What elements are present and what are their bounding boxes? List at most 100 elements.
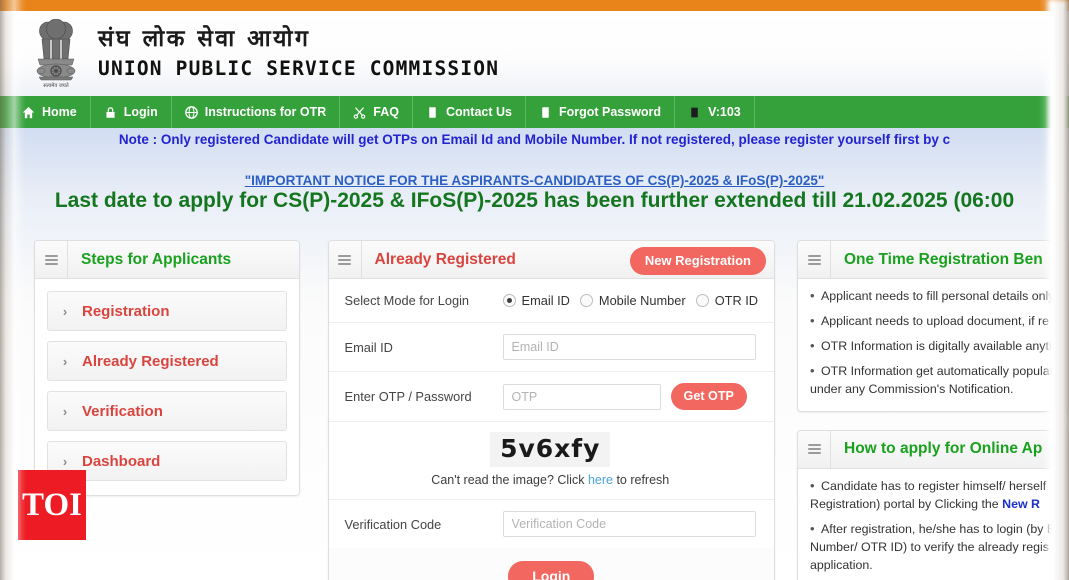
radio-dot-icon xyxy=(695,294,709,307)
email-id-row: Email ID xyxy=(328,323,774,372)
verification-code-input[interactable] xyxy=(502,511,756,537)
list-item: OTR Information get automatically popula… xyxy=(808,362,1058,399)
toi-watermark: TOI xyxy=(18,470,86,540)
login-button-zone: Login xyxy=(328,548,774,580)
how-to-apply-panel: How to apply for Online Ap Candidate has… xyxy=(797,429,1069,580)
howto-b2-l2: Number/ OTR ID) to verify the already re… xyxy=(810,539,1049,554)
note-line: Note : Only registered Candidate will ge… xyxy=(118,132,951,147)
radio-option-mobile-number-label: Mobile Number xyxy=(598,293,686,308)
howto-b1-l2-pre: Registration) portal by Clicking the xyxy=(810,496,1003,511)
upsc-otr-page: सत्यमेव जयते संघ लोक सेवा आयोग UNION PUB… xyxy=(0,0,1069,580)
right-column: One Time Registration Ben Applicant need… xyxy=(797,240,1069,580)
howto-bullet-list: Candidate has to register himself/ herse… xyxy=(808,477,1058,580)
site-title-english: UNION PUBLIC SERVICE COMMISSION xyxy=(98,57,500,81)
drag-grip-icon[interactable] xyxy=(798,240,831,279)
scissors-icon xyxy=(353,106,366,119)
list-item: Applicant needs to upload document, if r… xyxy=(808,312,1058,331)
list-item: After registration, he/she has to login … xyxy=(808,520,1058,575)
document-icon xyxy=(426,106,439,119)
nav-item-forgot-password-label: Forgot Password xyxy=(558,105,662,119)
last-date-line: Last date to apply for CS(P)-2025 & IFoS… xyxy=(54,189,1015,212)
login-mode-row: Select Mode for Login Email ID Mobile Nu… xyxy=(328,279,774,323)
list-item: Candidate has to register himself/ herse… xyxy=(808,477,1058,514)
toi-watermark-label: TOI xyxy=(22,486,82,523)
square-icon xyxy=(688,106,701,119)
list-item-text: OTR Information get automatically popula… xyxy=(821,363,1054,378)
drag-grip-icon[interactable] xyxy=(35,241,68,279)
radio-dot-icon xyxy=(502,294,516,307)
panels-row: Steps for Applicants › Registration › Al… xyxy=(0,240,1069,580)
step-item-verification[interactable]: › Verification xyxy=(47,391,287,431)
radio-option-otr-id[interactable]: OTR ID xyxy=(695,293,759,308)
nav-item-contact-us[interactable]: Contact Us xyxy=(413,96,526,128)
document-icon xyxy=(539,106,552,119)
benefits-body: Applicant needs to fill personal details… xyxy=(798,279,1068,411)
login-mode-radio-group: Email ID Mobile Number OTR ID xyxy=(502,293,759,308)
howto-b1-l2: Registration) portal by Clicking the New… xyxy=(810,496,1058,514)
important-notice-wrap: "IMPORTANT NOTICE FOR THE ASPIRANTS-CAND… xyxy=(0,172,1069,190)
drag-grip-icon[interactable] xyxy=(798,430,831,469)
steps-panel-header: Steps for Applicants xyxy=(35,241,299,279)
step-item-registration-label: Registration xyxy=(82,302,170,320)
login-lock-icon xyxy=(104,106,117,119)
important-notice-link[interactable]: "IMPORTANT NOTICE FOR THE ASPIRANTS-CAND… xyxy=(245,173,825,188)
get-otp-button[interactable]: Get OTP xyxy=(670,383,747,410)
step-item-verification-label: Verification xyxy=(82,402,163,420)
howto-panel-title: How to apply for Online Ap xyxy=(844,440,1043,458)
nav-item-login-label: Login xyxy=(123,105,158,119)
nav-item-faq-label: FAQ xyxy=(373,105,399,119)
nav-item-contact-label: Contact Us xyxy=(445,105,512,119)
otp-password-label: Enter OTP / Password xyxy=(344,389,472,404)
howto-b2-l1: After registration, he/she has to login … xyxy=(821,521,1056,536)
nav-item-home[interactable]: Home xyxy=(0,96,91,128)
steps-list: › Registration › Already Registered › Ve… xyxy=(35,279,299,495)
ashoka-lion-capital-emblem-icon: सत्यमेव जयते xyxy=(28,17,84,91)
home-icon xyxy=(22,106,35,119)
captcha-hint-pre: Can't read the image? Click xyxy=(431,473,588,487)
otp-input[interactable] xyxy=(502,383,661,410)
chevron-right-icon: › xyxy=(62,353,68,369)
verification-code-label: Verification Code xyxy=(344,516,442,532)
howto-panel-header: How to apply for Online Ap xyxy=(798,430,1068,469)
otp-password-row: Enter OTP / Password Get OTP xyxy=(328,372,774,422)
nav-item-home-label: Home xyxy=(42,105,77,119)
chevron-right-icon: › xyxy=(62,303,68,319)
radio-dot-icon xyxy=(579,294,593,307)
radio-option-email-id[interactable]: Email ID xyxy=(502,293,570,308)
steps-for-applicants-panel: Steps for Applicants › Registration › Al… xyxy=(34,240,300,496)
list-item-continuation: under any Commission's Notification. xyxy=(810,381,1014,396)
email-id-input[interactable] xyxy=(502,334,756,360)
site-title-block: संघ लोक सेवा आयोग UNION PUBLIC SERVICE C… xyxy=(98,25,499,81)
drag-grip-icon[interactable] xyxy=(329,241,362,279)
captcha-refresh-hint: Can't read the image? Click here to refr… xyxy=(345,473,756,487)
nav-item-login[interactable]: Login xyxy=(91,96,172,128)
globe-icon xyxy=(184,105,198,119)
steps-panel-title: Steps for Applicants xyxy=(81,250,232,268)
nav-item-faq[interactable]: FAQ xyxy=(340,96,413,128)
svg-text:सत्यमेव जयते: सत्यमेव जयते xyxy=(43,82,70,89)
already-registered-panel: Already Registered New Registration Sele… xyxy=(327,240,775,580)
new-registration-link[interactable]: New R xyxy=(1002,497,1040,511)
benefits-panel-header: One Time Registration Ben xyxy=(798,240,1068,279)
login-panel-header: Already Registered New Registration xyxy=(328,241,774,279)
step-item-already-registered[interactable]: › Already Registered xyxy=(47,341,287,381)
site-title-hindi: संघ लोक सेवा आयोग xyxy=(98,26,311,53)
radio-option-mobile-number[interactable]: Mobile Number xyxy=(579,293,686,308)
nav-item-version[interactable]: V:103 xyxy=(675,96,755,128)
email-id-label: Email ID xyxy=(344,339,393,355)
screenshot-root: सत्यमेव जयते संघ लोक सेवा आयोग UNION PUB… xyxy=(0,0,1069,580)
captcha-image: 5v6xfy xyxy=(490,432,611,467)
chevron-right-icon: › xyxy=(62,453,68,469)
howto-body: Candidate has to register himself/ herse… xyxy=(798,469,1068,580)
nav-item-forgot-password[interactable]: Forgot Password xyxy=(526,96,676,128)
login-button[interactable]: Login xyxy=(508,561,595,580)
list-item: Applicant needs to fill personal details… xyxy=(808,287,1058,306)
radio-option-otr-id-label: OTR ID xyxy=(714,293,759,308)
benefits-panel-title: One Time Registration Ben xyxy=(844,250,1043,268)
radio-option-email-id-label: Email ID xyxy=(521,293,570,308)
step-item-registration[interactable]: › Registration xyxy=(47,291,287,331)
nav-item-instructions-for-otr[interactable]: Instructions for OTR xyxy=(172,96,341,128)
captcha-refresh-link[interactable]: here xyxy=(588,473,613,487)
new-registration-button[interactable]: New Registration xyxy=(629,247,766,275)
top-orange-bar xyxy=(0,0,1069,11)
